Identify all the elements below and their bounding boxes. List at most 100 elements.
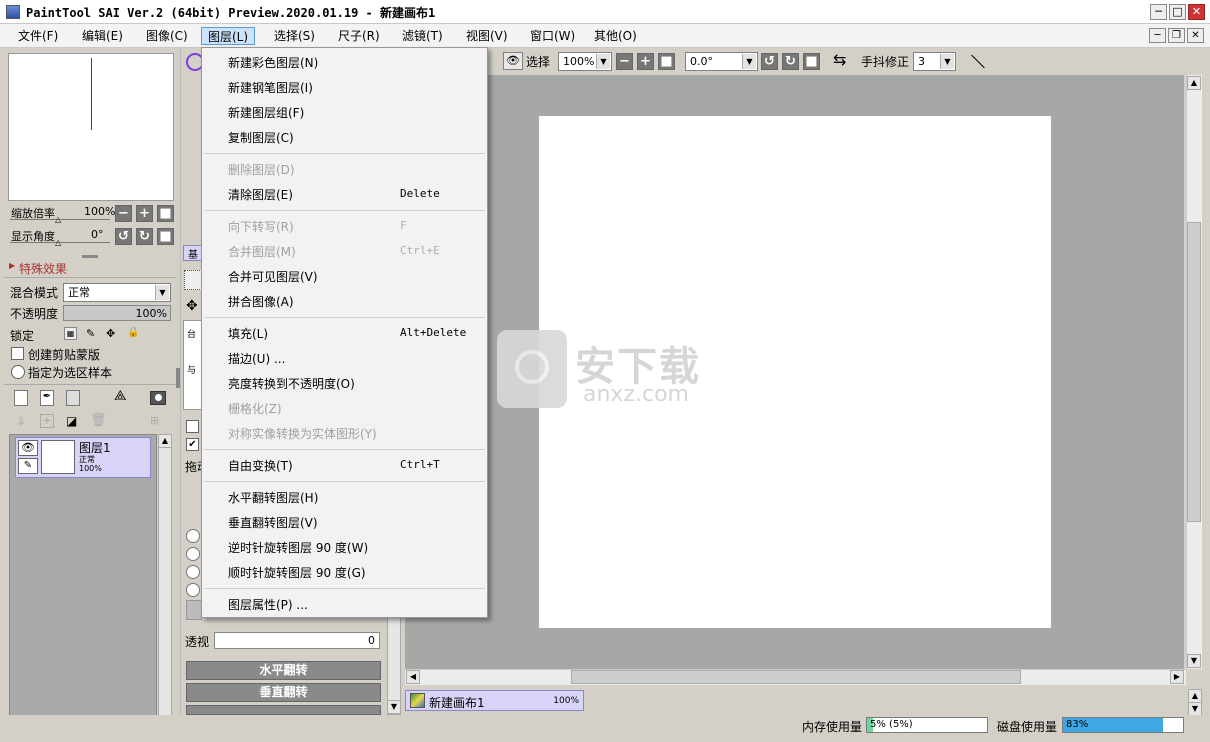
transfer-down-icon[interactable]: ⇓ (16, 414, 26, 428)
menu-item-fill[interactable]: 填充(L) (228, 325, 268, 342)
mirror-icon[interactable]: ⟁ (114, 388, 127, 404)
menu-view[interactable]: 视图(V) (460, 27, 514, 45)
rotate-right-button[interactable]: ↻ (136, 228, 153, 245)
scroll-down-icon[interactable]: ▼ (1188, 702, 1202, 716)
menu-item-layer-properties[interactable]: 图层属性(P) ... (228, 596, 308, 613)
zoom-out-button[interactable]: − (616, 53, 633, 70)
angle-select[interactable]: 0.0° ▼ (685, 52, 758, 71)
menu-item-new-color-layer[interactable]: 新建彩色图层(N) (228, 54, 318, 71)
menu-item-delete-layer[interactable]: 删除图层(D) (228, 161, 295, 178)
option-checkbox[interactable] (186, 420, 199, 433)
radio-option[interactable] (186, 565, 200, 579)
menu-select[interactable]: 选择(S) (268, 27, 321, 45)
flip-view-icon[interactable]: ⇆ (833, 50, 846, 69)
eye-icon[interactable]: 👁 (503, 52, 523, 70)
menu-item-flatten-image[interactable]: 拼合图像(A) (228, 293, 294, 310)
menu-filter[interactable]: 滤镜(T) (396, 27, 449, 45)
line-tool-icon[interactable] (967, 53, 987, 71)
menu-item-merge-visible[interactable]: 合并可见图层(V) (228, 268, 318, 285)
blend-mode-select[interactable]: 正常 ▼ (63, 283, 171, 302)
flip-horizontal-button[interactable]: 水平翻转 (186, 661, 381, 680)
clear-layer-icon[interactable]: ◪ (66, 414, 77, 428)
move-tool-icon[interactable]: ✥ (186, 298, 198, 314)
new-layer-icon[interactable] (14, 390, 28, 406)
lock-transparency-icon[interactable]: ▦ (64, 327, 77, 340)
layer-list-scrollbar[interactable]: ▲ ▼ (158, 434, 172, 742)
scroll-right-icon[interactable]: ▶ (1170, 670, 1184, 684)
mdi-close-button[interactable]: ✕ (1187, 28, 1204, 43)
panel-splitter[interactable] (82, 255, 98, 258)
menu-item-new-layer-group[interactable]: 新建图层组(F) (228, 104, 304, 121)
menu-item-rotate-ccw[interactable]: 逆时针旋转图层 90 度(W) (228, 539, 368, 556)
menu-ruler[interactable]: 尺子(R) (332, 27, 386, 45)
menu-item-flip-vertical[interactable]: 垂直翻转图层(V) (228, 514, 318, 531)
flip-vertical-button[interactable]: 垂直翻转 (186, 683, 381, 702)
navigator-preview[interactable] (8, 53, 174, 201)
zoom-out-button[interactable]: − (115, 205, 132, 222)
tool-tab[interactable]: 基 (183, 245, 203, 261)
canvas-tab[interactable]: 新建画布1 100% (405, 690, 584, 711)
zoom-slider-handle[interactable]: △ (55, 215, 61, 224)
scroll-up-icon[interactable]: ▲ (1187, 76, 1201, 90)
menu-item-transfer-down[interactable]: 向下转写(R) (228, 218, 294, 235)
lock-paint-icon[interactable]: ✎ (86, 327, 95, 340)
perspective-input[interactable]: 0 (214, 632, 380, 649)
menu-item-duplicate-layer[interactable]: 复制图层(C) (228, 129, 294, 146)
rotate-left-button[interactable]: ↺ (761, 53, 778, 70)
mdi-minimize-button[interactable]: ─ (1149, 28, 1166, 43)
zoom-in-button[interactable]: + (136, 205, 153, 222)
zoom-select[interactable]: 100% ▼ (558, 52, 612, 71)
menu-layer[interactable]: 图层(L) (201, 27, 256, 45)
opacity-slider[interactable]: 100% (63, 305, 171, 321)
lock-all-icon[interactable]: 🔒 (127, 327, 139, 338)
new-pen-layer-icon[interactable]: ✒ (40, 390, 54, 406)
menu-edit[interactable]: 编辑(E) (76, 27, 129, 45)
rotate-reset-button[interactable]: ■ (803, 53, 820, 70)
zoom-in-button[interactable]: + (637, 53, 654, 70)
menu-item-free-transform[interactable]: 自由变换(T) (228, 457, 293, 474)
apply-mask-icon[interactable]: ⊞ (150, 414, 166, 428)
zoom-reset-button[interactable]: ■ (157, 205, 174, 222)
horizontal-scroll-thumb[interactable] (571, 670, 1021, 684)
effects-label[interactable]: 特殊效果 (19, 260, 67, 277)
menu-item-rotate-cw[interactable]: 顺时针旋转图层 90 度(G) (228, 564, 366, 581)
lock-move-icon[interactable]: ✥ (106, 327, 115, 340)
rotate-reset-button[interactable]: ■ (157, 228, 174, 245)
menu-item-luminance-to-opacity[interactable]: 亮度转换到不透明度(O) (228, 375, 355, 392)
new-layer-group-icon[interactable] (66, 390, 80, 406)
brush-list[interactable]: 台 与 (183, 320, 203, 410)
clip-mask-checkbox[interactable] (11, 347, 24, 360)
menu-item-clear-layer[interactable]: 清除图层(E) (228, 186, 293, 203)
mdi-restore-button[interactable]: ❐ (1168, 28, 1185, 43)
minimize-button[interactable]: ─ (1150, 4, 1167, 20)
scroll-down-icon[interactable]: ▼ (1187, 654, 1201, 668)
menu-image[interactable]: 图像(C) (140, 27, 194, 45)
option-checkbox-checked[interactable]: ✔ (186, 438, 199, 451)
scroll-up-icon[interactable]: ▲ (1188, 689, 1202, 703)
tool-button[interactable] (186, 600, 202, 620)
stabilizer-select[interactable]: 3 ▼ (913, 52, 956, 71)
scroll-left-icon[interactable]: ◀ (406, 670, 420, 684)
menu-item-flip-horizontal[interactable]: 水平翻转图层(H) (228, 489, 318, 506)
delete-layer-icon[interactable]: 🗑 (90, 413, 107, 428)
zoom-reset-button[interactable]: ■ (658, 53, 675, 70)
vertical-scroll-thumb[interactable] (1187, 222, 1201, 522)
eye-icon[interactable]: 👁 (18, 440, 38, 456)
radio-option[interactable] (186, 529, 200, 543)
menu-window[interactable]: 窗口(W) (524, 27, 581, 45)
menu-item-rasterize[interactable]: 栅格化(Z) (228, 400, 282, 417)
selection-sample-radio[interactable] (11, 365, 25, 379)
expand-arrow-icon[interactable]: ▶ (9, 261, 15, 270)
menu-other[interactable]: 其他(O) (588, 27, 643, 45)
rotate-button-partial[interactable] (186, 705, 381, 715)
mask-icon[interactable] (150, 391, 166, 405)
radio-option[interactable] (186, 547, 200, 561)
menu-item-stroke[interactable]: 描边(U) ... (228, 350, 285, 367)
menu-item-new-pen-layer[interactable]: 新建钢笔图层(I) (228, 79, 313, 96)
rotate-left-button[interactable]: ↺ (115, 228, 132, 245)
angle-slider-handle[interactable]: △ (55, 238, 61, 247)
menu-file[interactable]: 文件(F) (12, 27, 64, 45)
radio-option[interactable] (186, 583, 200, 597)
scroll-up-icon[interactable]: ▲ (158, 434, 172, 448)
rotate-right-button[interactable]: ↻ (782, 53, 799, 70)
